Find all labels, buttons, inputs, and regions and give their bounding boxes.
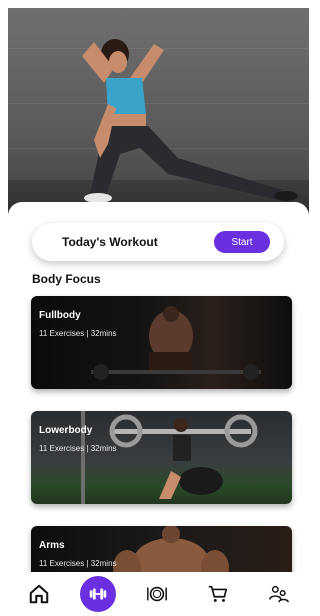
card-name: Arms [39, 540, 65, 551]
fullbody-card[interactable]: Fullbody 11 Exercises | 32mins [31, 296, 292, 389]
plate-icon [146, 586, 167, 602]
body-focus-title: Body Focus [32, 272, 101, 286]
nav-workouts[interactable] [79, 576, 116, 612]
cart-icon [208, 585, 227, 602]
dumbbell-icon [89, 588, 106, 600]
users-icon [268, 585, 289, 603]
bottom-navigation [8, 572, 309, 616]
nav-home[interactable] [19, 574, 59, 614]
card-name: Fullbody [39, 310, 81, 321]
todays-workout-card[interactable]: Today's Workout Start [32, 223, 284, 261]
card-meta: 11 Exercises | 32mins [39, 559, 117, 568]
nav-profile[interactable] [259, 574, 299, 614]
card-meta: 11 Exercises | 32mins [39, 329, 117, 338]
start-button[interactable]: Start [214, 231, 270, 253]
todays-workout-title: Today's Workout [62, 235, 158, 249]
home-icon [29, 584, 48, 604]
nav-meals[interactable] [137, 574, 177, 614]
card-name: Lowerbody [39, 425, 93, 436]
lowerbody-card[interactable]: Lowerbody 11 Exercises | 32mins [31, 411, 292, 504]
card-meta: 11 Exercises | 32mins [39, 444, 117, 453]
nav-shop[interactable] [198, 574, 238, 614]
